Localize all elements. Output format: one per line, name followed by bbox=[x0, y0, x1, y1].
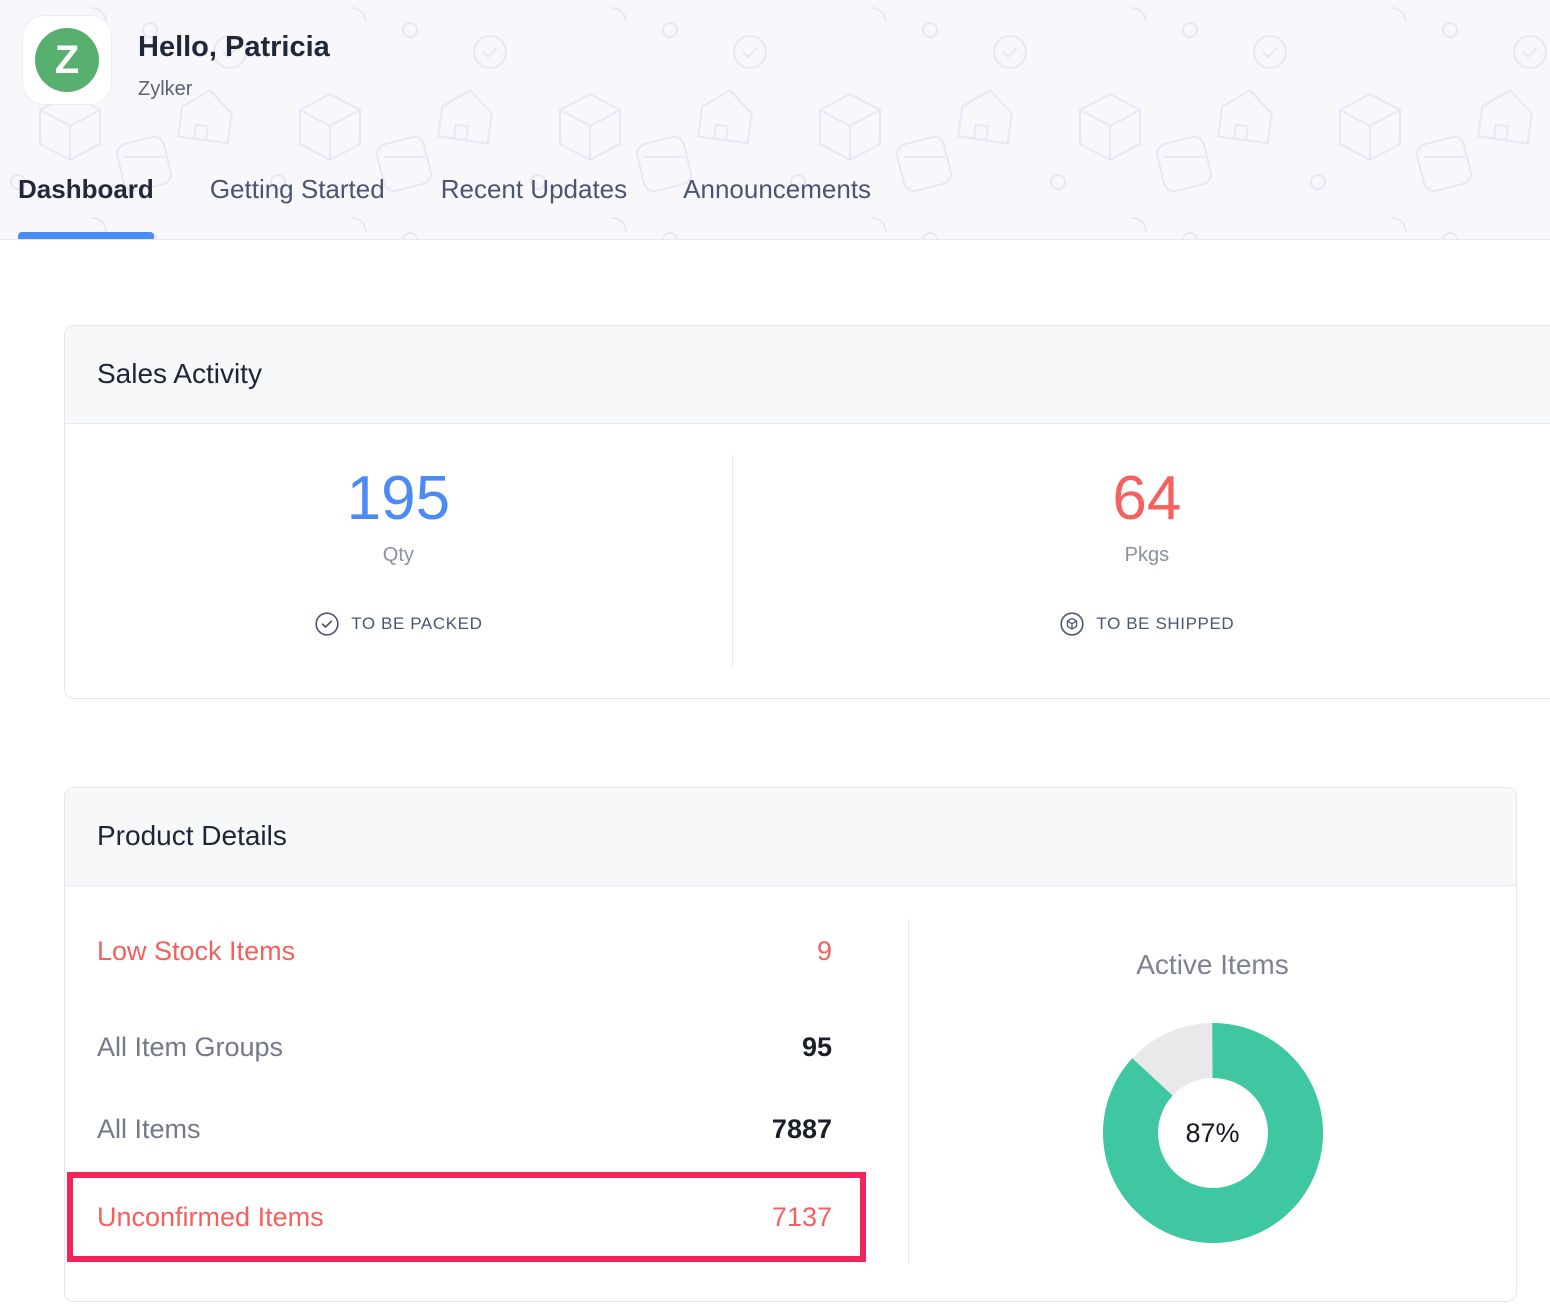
tab-getting-started-label: Getting Started bbox=[210, 174, 385, 204]
unconfirmed-items-value: 7137 bbox=[772, 1202, 832, 1233]
all-items-value: 7887 bbox=[772, 1114, 832, 1145]
org-logo-circle: Z bbox=[35, 28, 99, 92]
row-all-items: All Items 7887 bbox=[97, 1106, 832, 1152]
low-stock-items-link[interactable]: Low Stock Items bbox=[97, 936, 295, 967]
check-circle-icon bbox=[314, 611, 340, 637]
to-be-packed-value: 195 bbox=[347, 468, 450, 530]
low-stock-items-value: 9 bbox=[817, 936, 832, 967]
annotation-highlight-box: Unconfirmed Items 7137 bbox=[67, 1172, 866, 1262]
active-tab-underline bbox=[18, 232, 154, 239]
stat-to-be-packed: 195 Qty TO BE PACKED bbox=[65, 424, 732, 698]
sales-activity-title: Sales Activity bbox=[97, 358, 262, 389]
donut-center-label: 87% bbox=[1103, 1023, 1323, 1243]
company-name: Zylker bbox=[138, 78, 330, 101]
sales-activity-card: Sales Activity 195 Qty TO BE PACKED 64 P… bbox=[64, 325, 1550, 699]
row-unconfirmed-items: Unconfirmed Items 7137 bbox=[97, 1194, 832, 1240]
tab-announcements-label: Announcements bbox=[683, 174, 871, 204]
active-items-section: Active Items 87% bbox=[909, 886, 1516, 1301]
to-be-packed-label: TO BE PACKED bbox=[351, 614, 482, 634]
package-circle-icon bbox=[1059, 611, 1085, 637]
tab-dashboard[interactable]: Dashboard bbox=[18, 174, 154, 239]
unconfirmed-items-link[interactable]: Unconfirmed Items bbox=[97, 1202, 324, 1233]
org-logo-letter: Z bbox=[55, 40, 79, 80]
to-be-shipped-value: 64 bbox=[1112, 468, 1181, 530]
product-details-card: Product Details Low Stock Items 9 All It… bbox=[64, 787, 1517, 1302]
to-be-shipped-unit: Pkgs bbox=[1125, 544, 1169, 567]
product-details-list: Low Stock Items 9 All Item Groups 95 All… bbox=[65, 886, 908, 1301]
to-be-packed-unit: Qty bbox=[383, 544, 414, 567]
tab-announcements[interactable]: Announcements bbox=[683, 174, 871, 239]
tab-recent-updates[interactable]: Recent Updates bbox=[441, 174, 627, 239]
row-all-item-groups: All Item Groups 95 bbox=[97, 1024, 832, 1070]
all-item-groups-link[interactable]: All Item Groups bbox=[97, 1032, 283, 1063]
tab-dashboard-label: Dashboard bbox=[18, 174, 154, 204]
stat-to-be-shipped: 64 Pkgs TO BE SHIPPED bbox=[733, 424, 1550, 698]
header-tabs: Dashboard Getting Started Recent Updates… bbox=[18, 174, 871, 239]
to-be-shipped-caption[interactable]: TO BE SHIPPED bbox=[1059, 611, 1234, 637]
sales-activity-header: Sales Activity bbox=[65, 326, 1550, 424]
product-details-title: Product Details bbox=[97, 820, 287, 851]
org-logo: Z bbox=[22, 15, 112, 105]
all-item-groups-value: 95 bbox=[802, 1032, 832, 1063]
all-items-link[interactable]: All Items bbox=[97, 1114, 201, 1145]
tab-recent-updates-label: Recent Updates bbox=[441, 174, 627, 204]
tab-getting-started[interactable]: Getting Started bbox=[210, 174, 385, 239]
to-be-shipped-label: TO BE SHIPPED bbox=[1096, 614, 1234, 634]
app-header: Z Hello, Patricia Zylker Dashboard Getti… bbox=[0, 0, 1550, 240]
active-items-title: Active Items bbox=[909, 949, 1516, 981]
row-low-stock-items: Low Stock Items 9 bbox=[97, 928, 832, 974]
product-details-header: Product Details bbox=[65, 788, 1516, 886]
page-title-greeting: Hello, Patricia bbox=[138, 31, 330, 64]
active-items-donut: 87% bbox=[1103, 1023, 1323, 1243]
to-be-packed-caption[interactable]: TO BE PACKED bbox=[314, 611, 482, 637]
